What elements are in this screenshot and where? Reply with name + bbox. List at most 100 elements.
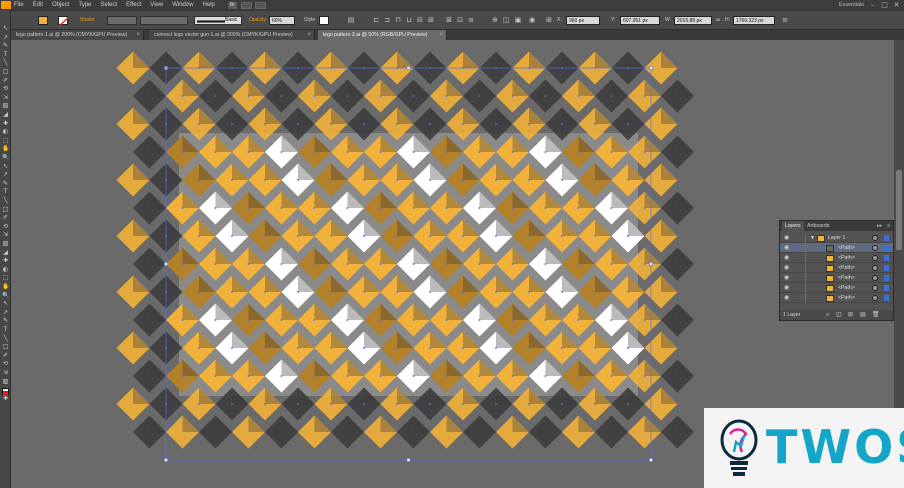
anchor-point[interactable] (231, 403, 233, 405)
anchor-point[interactable] (643, 151, 646, 153)
anchor-point[interactable] (214, 207, 217, 209)
selection-square-icon[interactable] (884, 275, 889, 281)
stroke-swatch[interactable] (58, 16, 70, 27)
anchor-point[interactable] (561, 347, 563, 349)
anchor-point[interactable] (412, 375, 415, 377)
anchor-point[interactable] (363, 403, 365, 405)
anchor-point[interactable] (594, 123, 596, 125)
bounding-box-handle[interactable] (164, 262, 168, 266)
pattern-shadow[interactable] (595, 51, 612, 69)
target-circle-icon[interactable] (872, 295, 878, 301)
variable-width-dropdown[interactable] (140, 16, 188, 25)
rotate-tool-icon[interactable]: ⟲ (2, 86, 9, 92)
anchor-point[interactable] (363, 67, 365, 69)
anchor-point[interactable] (198, 67, 200, 69)
selection-square-icon[interactable] (884, 285, 889, 291)
close-tab-icon[interactable]: × (307, 30, 311, 40)
anchor-point[interactable] (544, 319, 547, 321)
anchor-point[interactable] (297, 123, 299, 125)
bounding-box-handle[interactable] (649, 66, 653, 70)
pattern-shadow[interactable] (677, 415, 695, 433)
anchor-point[interactable] (627, 123, 629, 125)
visibility-eye-icon[interactable]: ◉ (784, 243, 789, 253)
anchor-point[interactable] (429, 403, 431, 405)
pen-tool-icon[interactable]: ✎ (2, 43, 9, 49)
anchor-point[interactable] (297, 235, 299, 237)
anchor-point[interactable] (445, 95, 448, 97)
anchor-point[interactable] (627, 403, 629, 405)
pattern-shadow[interactable] (661, 51, 678, 69)
path-row[interactable]: ◉ <Path> (780, 253, 893, 263)
type-tool-icon[interactable]: T (2, 189, 9, 195)
close-tab-icon[interactable]: × (136, 30, 140, 40)
anchor-point[interactable] (346, 263, 349, 265)
menu-edit[interactable]: Edit (33, 0, 43, 10)
anchor-point[interactable] (643, 95, 646, 97)
path-name[interactable]: <Path> (838, 253, 855, 263)
mesh-tool-icon[interactable]: ▨ (2, 378, 9, 385)
align-center-icon[interactable]: ⊐ (383, 16, 391, 25)
target-circle-icon[interactable] (872, 275, 878, 281)
anchor-point[interactable] (594, 403, 596, 405)
brush-definition-dropdown[interactable]: Basic (194, 16, 242, 25)
pattern-shadow[interactable] (677, 191, 695, 209)
selection-square-icon[interactable] (884, 295, 889, 301)
bounding-box-handle[interactable] (649, 458, 653, 462)
anchor-point[interactable] (643, 207, 646, 209)
anchor-point[interactable] (495, 123, 497, 125)
rotate-tool-icon[interactable]: ⟲ (2, 361, 9, 367)
anchor-point[interactable] (280, 319, 283, 321)
pattern-shadow[interactable] (677, 359, 695, 377)
anchor-point[interactable] (445, 151, 448, 153)
anchor-point[interactable] (429, 123, 431, 125)
anchor-point[interactable] (231, 123, 233, 125)
pattern-shadow[interactable] (331, 51, 348, 69)
visibility-eye-icon[interactable]: ◉ (784, 293, 789, 303)
anchor-point[interactable] (429, 291, 431, 293)
direct-selection-tool-icon[interactable]: ↗ (2, 309, 9, 316)
anchor-point[interactable] (412, 207, 415, 209)
anchor-point[interactable] (495, 235, 497, 237)
close-tab-icon[interactable]: × (439, 30, 443, 40)
anchor-point[interactable] (610, 151, 613, 153)
anchor-point[interactable] (346, 375, 349, 377)
mesh-tool-icon[interactable]: ▨ (2, 241, 9, 247)
anchor-point[interactable] (478, 375, 481, 377)
anchor-point[interactable] (544, 375, 547, 377)
anchor-point[interactable] (231, 235, 233, 237)
anchor-point[interactable] (429, 179, 431, 181)
h-field[interactable]: 1766.323 px (733, 16, 775, 25)
anchor-point[interactable] (379, 151, 382, 153)
anchor-point[interactable] (396, 235, 398, 237)
path-name[interactable]: <Path> (838, 283, 855, 293)
direct-selection-tool-icon[interactable]: ↗ (2, 172, 9, 178)
anchor-point[interactable] (528, 403, 530, 405)
anchor-point[interactable] (396, 291, 398, 293)
tab-connect-lego-vector[interactable]: connect lego vector gun 1.ai @ 300% (CMY… (149, 30, 315, 40)
path-row[interactable]: ◉ <Path> (780, 293, 893, 303)
anchor-point[interactable] (610, 263, 613, 265)
anchor-point[interactable] (561, 235, 563, 237)
direct-selection-tool-icon[interactable]: ↗ (2, 34, 9, 41)
workspace-switcher[interactable]: Essentials (839, 0, 864, 10)
menu-object[interactable]: Object (52, 0, 69, 10)
anchor-point[interactable] (577, 151, 580, 153)
anchor-point[interactable] (330, 123, 332, 125)
anchor-point[interactable] (247, 375, 250, 377)
pattern-shadow[interactable] (298, 51, 315, 69)
align-bottom-icon[interactable]: ⊞ (427, 16, 435, 25)
pattern-shadow[interactable] (166, 51, 183, 69)
anchor-point[interactable] (181, 95, 184, 97)
new-sublayer-icon[interactable]: ⊞ (848, 310, 853, 320)
transform-icon[interactable]: ⊕ (491, 16, 499, 25)
recolor-icon[interactable]: ◉ (528, 16, 536, 25)
pattern-shadow[interactable] (677, 247, 695, 265)
opacity-label[interactable]: Opacity (249, 17, 266, 23)
menu-help[interactable]: Help (203, 0, 215, 10)
anchor-point[interactable] (231, 67, 233, 69)
anchor-point[interactable] (280, 95, 283, 97)
align-middle-icon[interactable]: ⊟ (416, 16, 424, 25)
anchor-point[interactable] (643, 319, 646, 321)
gradient-tool-icon[interactable]: ◢ (2, 249, 9, 256)
scale-tool-icon[interactable]: ⇲ (2, 232, 9, 238)
